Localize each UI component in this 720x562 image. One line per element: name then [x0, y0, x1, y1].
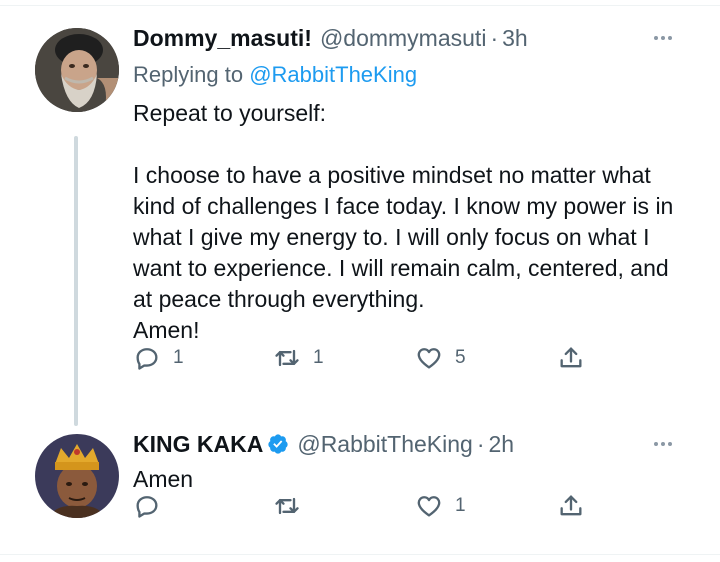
avatar[interactable] [35, 28, 119, 112]
tweet-content: Dommy_masuti! @dommymasuti · 3h Replying… [133, 18, 690, 346]
thread-line [74, 136, 78, 426]
like-button[interactable]: 1 [415, 491, 466, 521]
replying-to-link[interactable]: @RabbitTheKing [249, 62, 417, 87]
timestamp[interactable]: 3h [502, 25, 528, 52]
tweet-king-kaka[interactable]: KING KAKA @RabbitTheKing · 2h Amen 1 [0, 424, 720, 554]
timestamp[interactable]: 2h [489, 431, 515, 458]
handle[interactable]: @RabbitTheKing [297, 431, 473, 458]
like-count: 5 [455, 347, 466, 368]
heart-icon [417, 496, 441, 517]
display-name[interactable]: Dommy_masuti! [133, 25, 312, 52]
retweet-icon [275, 497, 299, 515]
top-divider [0, 0, 720, 6]
tweet-header: KING KAKA @RabbitTheKing · 2h [133, 424, 690, 464]
retweet-button[interactable]: 1 [273, 343, 324, 373]
reply-button[interactable]: 1 [133, 343, 184, 373]
tweet-text: Repeat to yourself: I choose to have a p… [133, 100, 674, 343]
display-name[interactable]: KING KAKA [133, 431, 263, 458]
crowned-man-avatar-icon [35, 434, 119, 518]
more-options-icon[interactable] [648, 432, 678, 456]
tweet-header: Dommy_masuti! @dommymasuti · 3h [133, 18, 690, 58]
reply-count: 1 [173, 347, 184, 368]
tweet-text: Amen [133, 466, 194, 492]
share-button[interactable] [557, 343, 585, 373]
replying-prefix: Replying to [133, 62, 244, 87]
separator-dot: · [490, 24, 499, 51]
retweet-count: 1 [313, 347, 324, 368]
heart-icon [417, 348, 441, 369]
share-button[interactable] [557, 491, 585, 521]
tweet-dommy[interactable]: Dommy_masuti! @dommymasuti · 3h Replying… [0, 18, 720, 426]
retweet-icon [275, 349, 299, 367]
share-icon [560, 495, 582, 516]
like-count: 1 [455, 495, 466, 516]
elderly-man-avatar-icon [35, 28, 119, 112]
share-icon [560, 347, 582, 368]
more-options-icon[interactable] [648, 26, 678, 50]
avatar[interactable] [35, 434, 119, 518]
retweet-button[interactable] [273, 491, 313, 521]
verified-badge-icon [268, 434, 288, 454]
reply-icon [136, 348, 158, 370]
replying-to: Replying to @RabbitTheKing [133, 58, 690, 92]
like-button[interactable]: 5 [415, 343, 466, 373]
reply-button[interactable] [133, 491, 173, 521]
tweet-content: KING KAKA @RabbitTheKing · 2h Amen [133, 424, 690, 495]
reply-icon [136, 496, 158, 518]
bottom-divider [0, 554, 720, 555]
handle[interactable]: @dommymasuti [320, 25, 487, 52]
separator-dot: · [476, 430, 485, 457]
